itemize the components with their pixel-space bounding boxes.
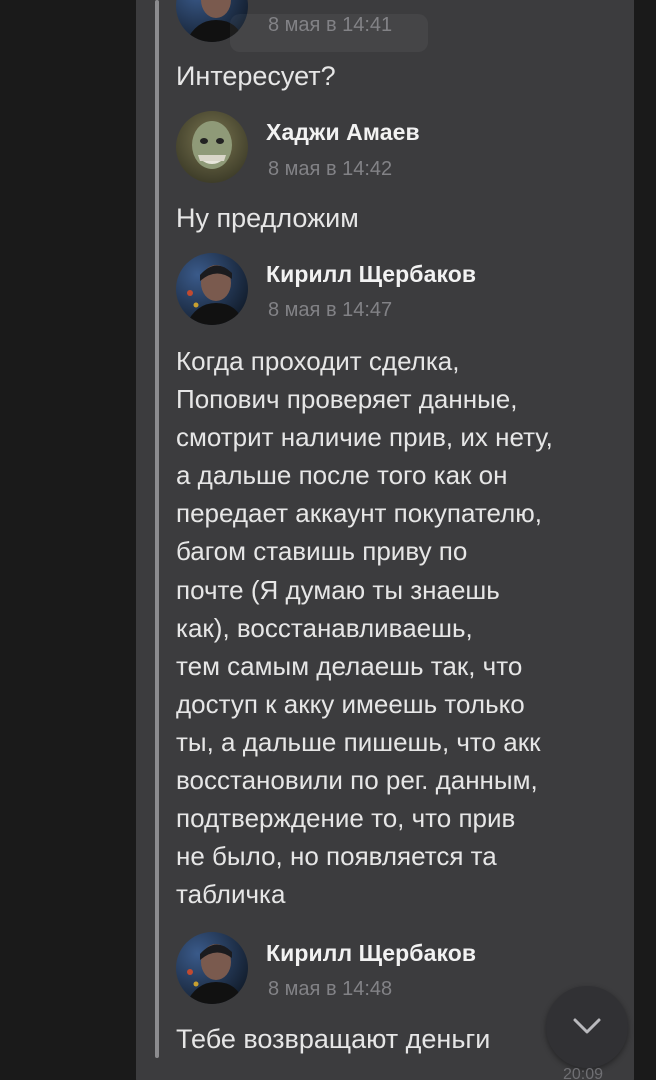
- message-line: подтверждение то, что прив: [176, 803, 516, 834]
- message-line: Когда проходит сделка,: [176, 346, 460, 376]
- message-text: Ну предложим: [176, 203, 359, 233]
- message-date: 8 мая в 14:41: [268, 14, 393, 36]
- message-text: Интересует?: [176, 61, 336, 91]
- forward-quote-bar: [155, 0, 159, 1058]
- message-line: смотрит наличие прив, их нету,: [176, 422, 553, 453]
- avatar-khadzhi[interactable]: [176, 111, 248, 183]
- message-line: как), восстанавливаешь,: [176, 612, 473, 643]
- message-author[interactable]: Кирилл Щербаков: [266, 940, 476, 967]
- message-line: доступ к акку имеешь только: [176, 688, 525, 719]
- message-author[interactable]: Кирилл Щербаков: [266, 261, 476, 288]
- chevron-down-icon: [573, 1018, 601, 1034]
- message-author[interactable]: Хаджи Амаев: [266, 119, 420, 146]
- scroll-down-button[interactable]: [546, 986, 628, 1068]
- message-text: Тебе возвращают деньги: [176, 1024, 491, 1054]
- message-line: ты, а дальше пишешь, что акк: [176, 726, 541, 757]
- message-line: тем самым делаешь так, что: [176, 650, 523, 681]
- message-line: Попович проверяет данные,: [176, 384, 518, 415]
- message-line: табличка: [176, 879, 286, 910]
- message-line: а дальше после того как он: [176, 460, 508, 491]
- message-date: 8 мая в 14:47: [268, 299, 393, 321]
- message-line: восстановили по рег. данным,: [176, 765, 538, 796]
- message-line: багом ставишь приву по: [176, 536, 468, 567]
- chat-viewport[interactable]: 8 мая в 14:41 Интересует? Хаджи Амаев 8 …: [0, 0, 656, 1080]
- message-line: передает аккаунт покупателю,: [176, 498, 542, 529]
- message-line: почте (Я думаю ты знаешь: [176, 574, 500, 605]
- message-text-multiline: Когда проходит сделка, Попович проверяет…: [176, 342, 553, 913]
- message-date: 8 мая в 14:42: [268, 158, 393, 180]
- bubble-time: 20:09: [563, 1066, 604, 1080]
- avatar-kirill[interactable]: [176, 253, 248, 325]
- avatar-kirill[interactable]: [176, 932, 248, 1004]
- message-line: не было, но появляется та: [176, 841, 497, 872]
- message-date: 8 мая в 14:48: [268, 978, 393, 1000]
